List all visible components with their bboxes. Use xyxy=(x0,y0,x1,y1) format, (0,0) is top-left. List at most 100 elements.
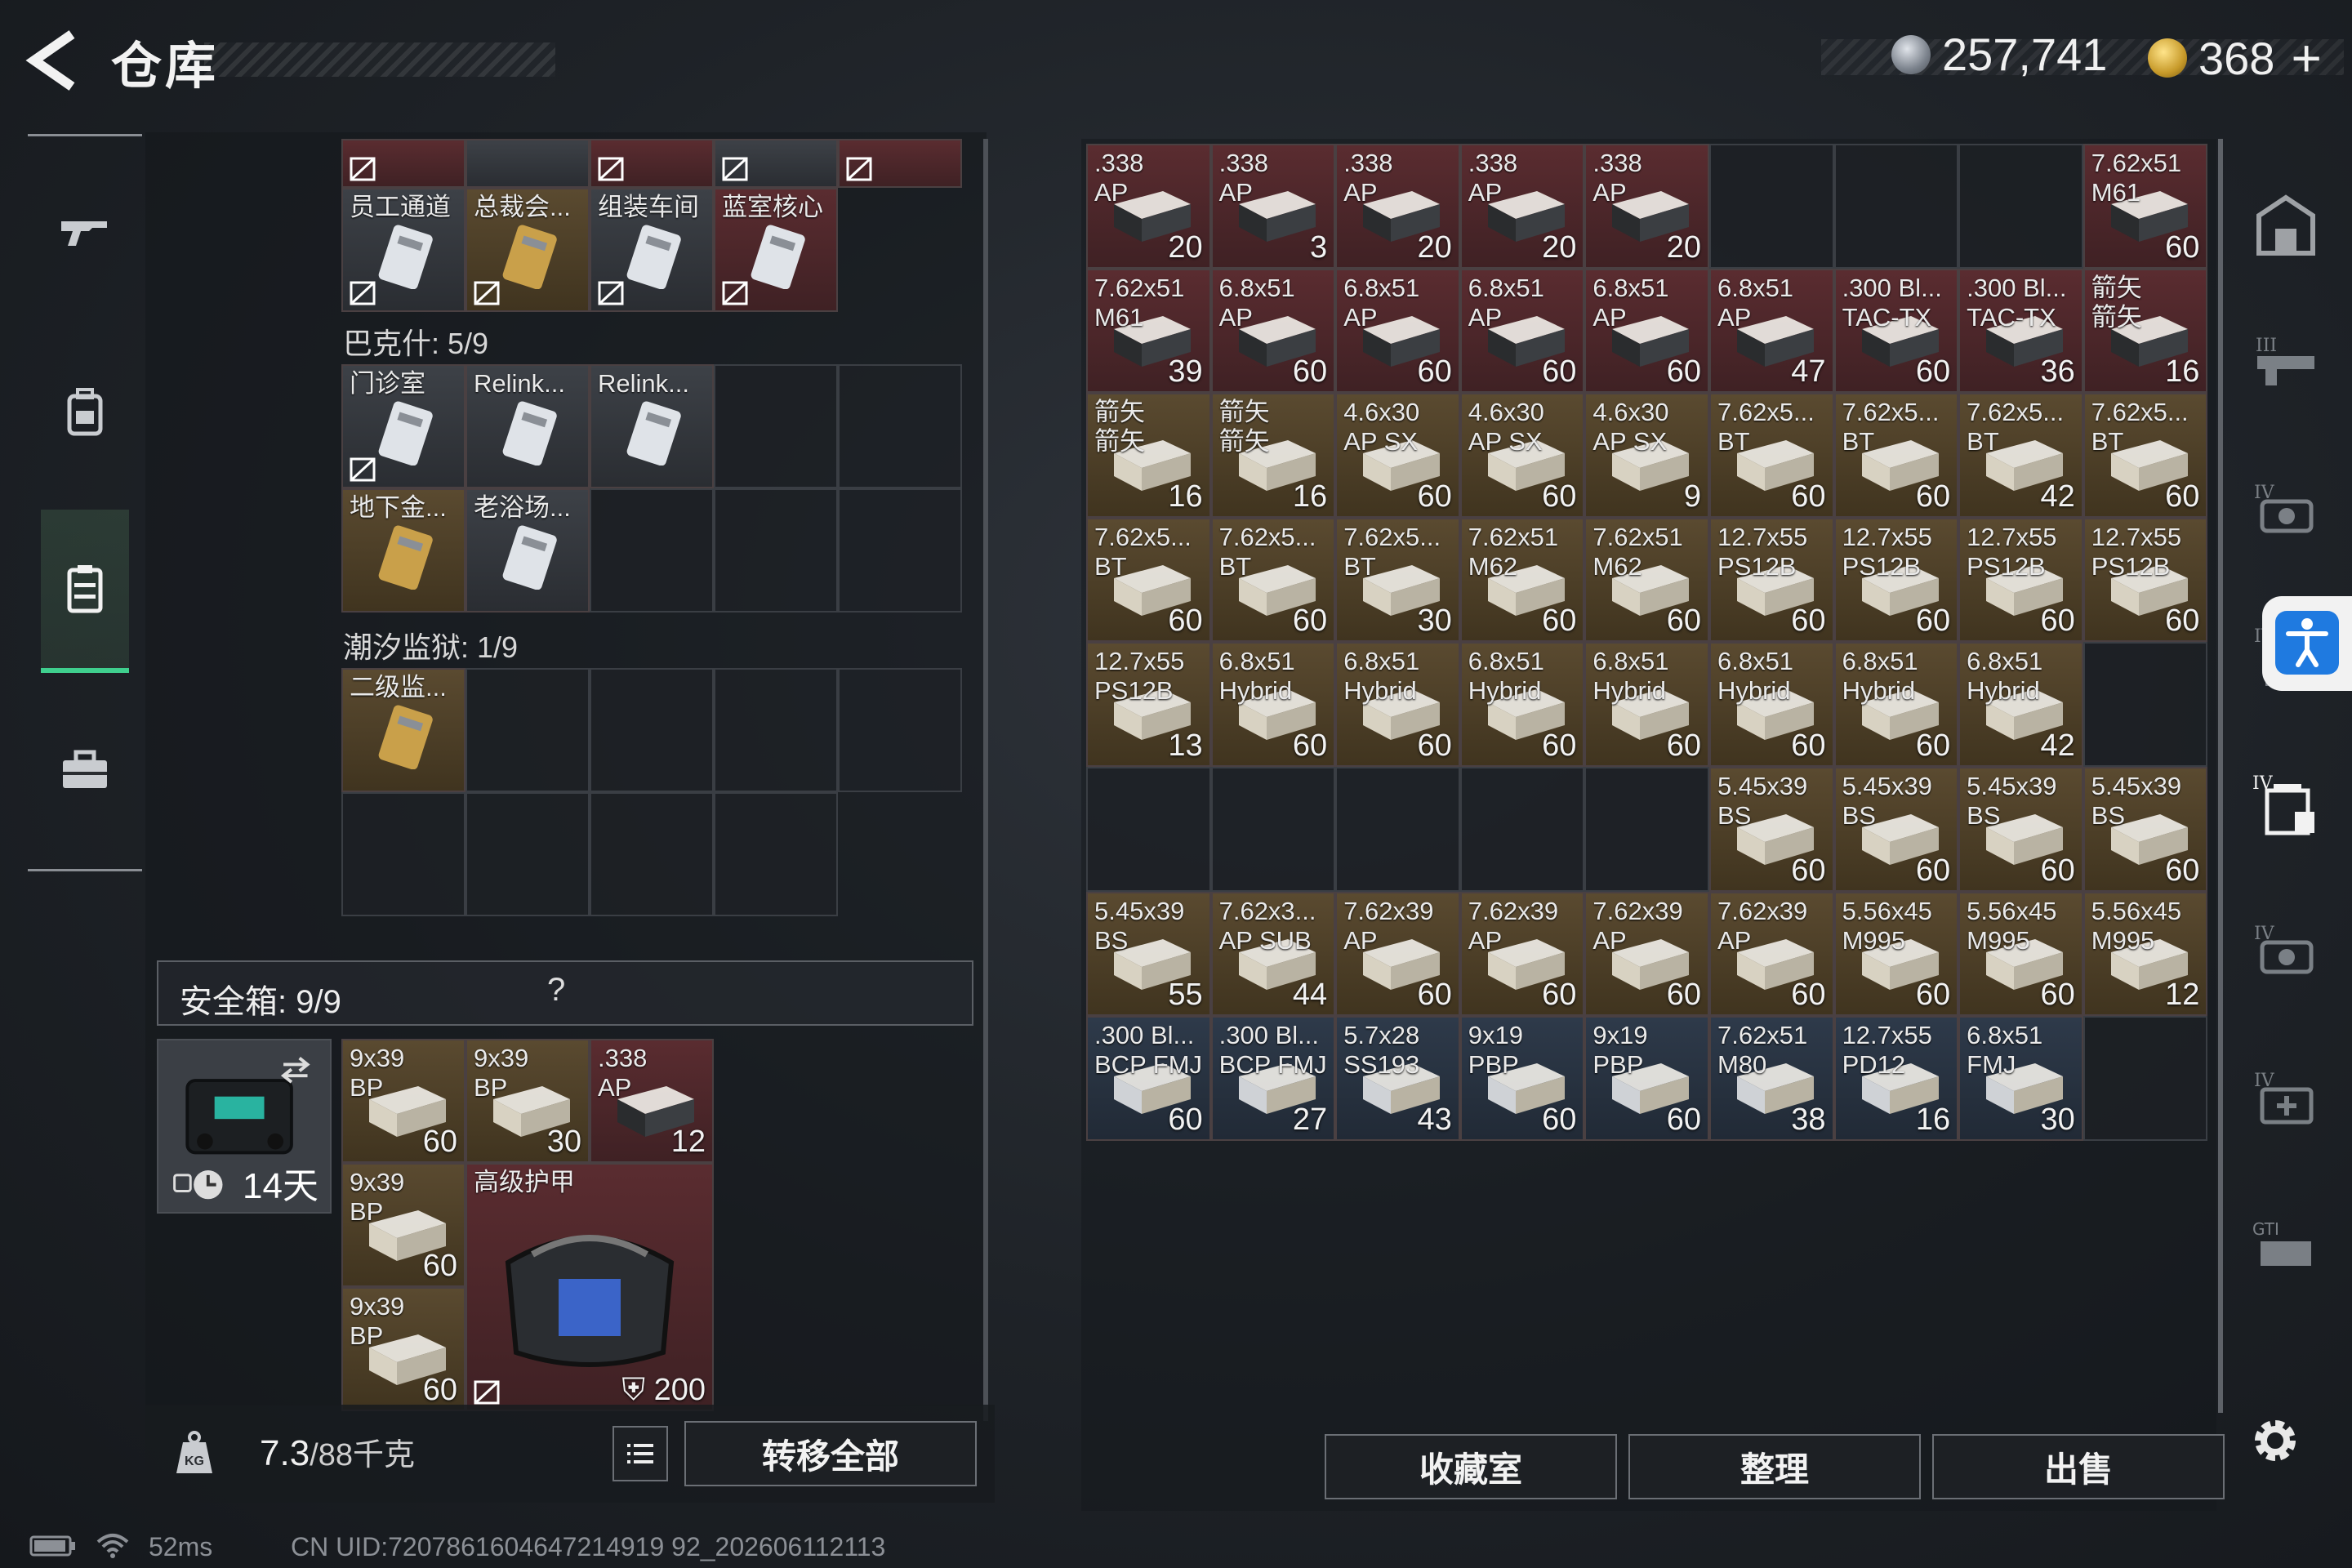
item-slot[interactable] xyxy=(590,139,714,188)
item-slot[interactable]: 箭矢 箭矢 16 xyxy=(1210,393,1336,518)
item-slot[interactable]: 9x39 BP 60 xyxy=(341,1039,466,1163)
empty-slot[interactable] xyxy=(714,488,838,612)
nav-weapons[interactable] xyxy=(41,150,129,314)
item-slot[interactable]: 12.7x55 PS12B 60 xyxy=(1833,517,1959,643)
item-slot[interactable]: 7.62x5... BT 60 xyxy=(1086,517,1211,643)
empty-slot[interactable] xyxy=(2082,1016,2208,1141)
empty-slot[interactable] xyxy=(466,668,590,792)
nav-toolbox[interactable] xyxy=(41,689,129,853)
empty-slot[interactable] xyxy=(838,668,962,792)
category-tier3-weapon-icon[interactable]: III xyxy=(2249,327,2323,400)
item-slot[interactable]: 12.7x55 PS12B 60 xyxy=(1958,517,2083,643)
item-slot[interactable]: .300 Bl... TAC-TX 36 xyxy=(1958,268,2083,394)
category-all-icon[interactable] xyxy=(2249,188,2323,261)
item-slot[interactable]: 6.8x51 AP 60 xyxy=(1584,268,1709,394)
category-tier4-ammo-icon[interactable]: IV xyxy=(2249,768,2323,841)
item-slot[interactable]: 7.62x5... BT 60 xyxy=(1833,393,1959,518)
item-slot[interactable]: 门诊室 xyxy=(341,364,466,488)
sell-button[interactable]: 出售 xyxy=(1932,1434,2225,1499)
back-button[interactable] xyxy=(24,29,82,91)
item-slot[interactable]: 箭矢 箭矢 16 xyxy=(1086,393,1211,518)
item-slot[interactable]: 6.8x51 AP 60 xyxy=(1459,268,1585,394)
item-slot[interactable]: 12.7x55 PS12B 60 xyxy=(2082,517,2208,643)
item-slot[interactable]: 5.56x45 M995 60 xyxy=(1958,891,2083,1017)
item-slot[interactable]: 6.8x51 Hybrid 60 xyxy=(1833,642,1959,767)
empty-slot[interactable] xyxy=(1210,766,1336,892)
item-slot[interactable]: 12.7x55 PS12B 13 xyxy=(1086,642,1211,767)
item-slot[interactable]: 12.7x55 PD12 16 xyxy=(1833,1016,1959,1141)
item-slot[interactable]: 7.62x5... BT 60 xyxy=(2082,393,2208,518)
item-slot[interactable]: 6.8x51 FMJ 30 xyxy=(1958,1016,2083,1141)
empty-slot[interactable] xyxy=(2082,642,2208,767)
item-slot[interactable]: 箭矢 箭矢 16 xyxy=(2082,268,2208,394)
item-slot[interactable]: 地下金... xyxy=(341,488,466,612)
item-slot[interactable]: .338 AP 3 xyxy=(1210,144,1336,269)
item-slot[interactable]: 4.6x30 AP SX 60 xyxy=(1335,393,1460,518)
empty-slot[interactable] xyxy=(838,488,962,612)
organize-button[interactable]: 整理 xyxy=(1628,1434,1921,1499)
item-slot[interactable]: 7.62x39 AP 60 xyxy=(1584,891,1709,1017)
armor-item[interactable]: 高级护甲 ⛨ 200 xyxy=(466,1163,714,1411)
item-slot[interactable]: 9x39 BP 30 xyxy=(466,1039,590,1163)
list-view-button[interactable] xyxy=(612,1426,668,1481)
item-slot[interactable]: 老浴场... xyxy=(466,488,590,612)
item-slot[interactable]: 6.8x51 Hybrid 60 xyxy=(1708,642,1834,767)
item-slot[interactable]: 5.7x28 SS193 43 xyxy=(1335,1016,1460,1141)
item-slot[interactable]: 5.45x39 BS 60 xyxy=(1958,766,2083,892)
item-slot[interactable]: 9x19 PBP 60 xyxy=(1584,1016,1709,1141)
gold-currency[interactable]: 368 + xyxy=(2148,28,2322,88)
category-tier4-rig-icon[interactable]: IV xyxy=(2249,915,2323,988)
item-slot[interactable]: Relink... xyxy=(590,364,714,488)
empty-slot[interactable] xyxy=(714,668,838,792)
item-slot[interactable]: .338 AP 20 xyxy=(1459,144,1585,269)
item-slot[interactable]: 12.7x55 PS12B 60 xyxy=(1708,517,1834,643)
item-slot[interactable]: 7.62x51 M61 60 xyxy=(2082,144,2208,269)
item-slot[interactable]: 7.62x39 AP 60 xyxy=(1708,891,1834,1017)
item-slot[interactable]: 7.62x5... BT 60 xyxy=(1210,517,1336,643)
nav-backpack[interactable] xyxy=(41,330,129,493)
item-slot[interactable]: .338 AP 20 xyxy=(1086,144,1211,269)
item-slot[interactable]: .300 Bl... BCP FMJ 27 xyxy=(1210,1016,1336,1141)
item-slot[interactable]: .300 Bl... BCP FMJ 60 xyxy=(1086,1016,1211,1141)
item-slot[interactable] xyxy=(341,139,466,188)
accessibility-button[interactable] xyxy=(2262,596,2352,691)
item-slot[interactable]: 6.8x51 Hybrid 42 xyxy=(1958,642,2083,767)
item-slot[interactable]: 5.45x39 BS 60 xyxy=(1833,766,1959,892)
item-slot[interactable]: .338 AP 12 xyxy=(590,1039,714,1163)
add-currency-button[interactable]: + xyxy=(2291,28,2321,88)
category-gti-icon[interactable]: GTI xyxy=(2249,1209,2323,1282)
empty-slot[interactable] xyxy=(714,364,838,488)
item-slot[interactable]: 7.62x39 AP 60 xyxy=(1335,891,1460,1017)
empty-slot[interactable] xyxy=(1833,144,1959,269)
right-scrollbar[interactable] xyxy=(2218,139,2223,1413)
item-slot[interactable]: 6.8x51 Hybrid 60 xyxy=(1584,642,1709,767)
empty-slot[interactable] xyxy=(1584,766,1709,892)
item-slot[interactable]: 7.62x51 M62 60 xyxy=(1459,517,1585,643)
safe-box-container[interactable]: 14天 xyxy=(157,1039,332,1214)
item-slot[interactable]: 9x39 BP 60 xyxy=(341,1163,466,1287)
empty-slot[interactable] xyxy=(590,792,714,916)
empty-slot[interactable] xyxy=(1958,144,2083,269)
item-slot[interactable] xyxy=(838,139,962,188)
item-slot[interactable]: 7.62x51 M80 38 xyxy=(1708,1016,1834,1141)
item-slot[interactable]: .338 AP 20 xyxy=(1584,144,1709,269)
item-slot[interactable]: .338 AP 20 xyxy=(1335,144,1460,269)
item-slot[interactable]: .300 Bl... TAC-TX 60 xyxy=(1833,268,1959,394)
empty-slot[interactable] xyxy=(466,792,590,916)
item-slot[interactable]: 员工通道 xyxy=(341,188,466,312)
item-slot[interactable]: 7.62x3... AP SUB 44 xyxy=(1210,891,1336,1017)
item-slot[interactable]: 7.62x5... BT 42 xyxy=(1958,393,2083,518)
empty-slot[interactable] xyxy=(590,488,714,612)
item-slot[interactable]: 7.62x39 AP 60 xyxy=(1459,891,1585,1017)
item-slot[interactable]: 7.62x51 M61 39 xyxy=(1086,268,1211,394)
settings-gear-icon[interactable] xyxy=(2246,1411,2305,1470)
item-slot[interactable]: 6.8x51 AP 60 xyxy=(1210,268,1336,394)
scrollbar[interactable] xyxy=(983,139,988,1421)
nav-storage[interactable] xyxy=(41,510,129,673)
item-slot[interactable]: 7.62x51 M62 60 xyxy=(1584,517,1709,643)
item-slot[interactable]: 蓝室核心 xyxy=(714,188,838,312)
item-slot[interactable]: 4.6x30 AP SX 9 xyxy=(1584,393,1709,518)
item-slot[interactable]: 组装车间 xyxy=(590,188,714,312)
collection-room-button[interactable]: 收藏室 xyxy=(1325,1434,1617,1499)
empty-slot[interactable] xyxy=(590,668,714,792)
